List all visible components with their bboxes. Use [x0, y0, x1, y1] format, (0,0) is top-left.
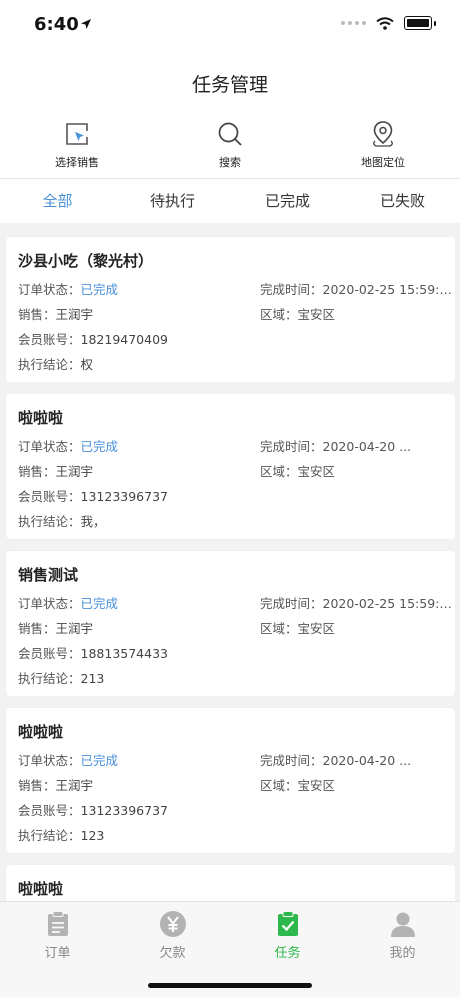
- member-account: 会员账号：18219470409: [18, 332, 168, 347]
- task-card[interactable]: 销售测试 订单状态：已完成 完成时间：2020-02-25 15:59:01 销…: [6, 551, 455, 696]
- nav-debts-label: 欠款: [159, 946, 186, 961]
- clipboard-icon: [47, 911, 68, 936]
- task-title: 沙县小吃（黎光村）: [18, 252, 154, 270]
- execution-conclusion: 执行结论：213: [18, 671, 105, 686]
- status-time: 6:40: [34, 14, 79, 35]
- select-sales-button[interactable]: 选择销售: [22, 120, 132, 170]
- map-pin-icon: [373, 121, 393, 147]
- member-account: 会员账号：18813574433: [18, 646, 168, 661]
- area: 区域：宝安区: [260, 778, 336, 793]
- search-label: 搜索: [219, 156, 241, 169]
- tab-failed[interactable]: 已失败: [345, 190, 460, 211]
- user-icon: [390, 912, 415, 937]
- complete-time: 完成时间：2020-02-25 15:59:01: [260, 282, 455, 297]
- nav-orders-label: 订单: [44, 946, 71, 961]
- home-indicator[interactable]: [148, 983, 312, 988]
- order-status: 订单状态：已完成: [18, 596, 119, 611]
- complete-time: 完成时间：2020-04-20 ...: [260, 753, 412, 768]
- nav-profile-label: 我的: [389, 946, 416, 961]
- battery-icon: [404, 16, 432, 30]
- nav-debts[interactable]: 欠款: [115, 910, 230, 961]
- member-account: 会员账号：13123396737: [18, 489, 168, 504]
- task-title: 销售测试: [18, 566, 79, 584]
- order-status: 订单状态：已完成: [18, 753, 119, 768]
- task-check-icon: [277, 911, 298, 936]
- signal-icon: [341, 21, 366, 25]
- map-locate-button[interactable]: 地图定位: [328, 120, 438, 170]
- sales-person: 销售：王润宇: [18, 621, 94, 636]
- search-icon: [218, 122, 242, 146]
- nav-tasks[interactable]: 任务: [230, 910, 345, 961]
- status-badge: 已完成: [80, 596, 119, 611]
- member-account: 会员账号：13123396737: [18, 803, 168, 818]
- complete-time: 完成时间：2020-04-20 ...: [260, 439, 412, 454]
- search-button[interactable]: 搜索: [175, 120, 285, 170]
- status-indicators: [341, 16, 436, 30]
- sales-person: 销售：王润宇: [18, 778, 94, 793]
- task-title: 啦啦啦: [18, 723, 64, 741]
- execution-conclusion: 执行结论：权: [18, 357, 94, 372]
- nav-tasks-label: 任务: [274, 946, 301, 961]
- status-badge: 已完成: [80, 439, 119, 454]
- page-title: 任务管理: [191, 74, 268, 96]
- task-title: 啦啦啦: [18, 880, 64, 898]
- area: 区域：宝安区: [260, 621, 336, 636]
- task-card[interactable]: 啦啦啦 订单状态：已完成 完成时间：2020-04-20 ... 销售：王润宇 …: [6, 394, 455, 539]
- status-badge: 已完成: [80, 753, 119, 768]
- task-card[interactable]: 沙县小吃（黎光村） 订单状态：已完成 完成时间：2020-02-25 15:59…: [6, 237, 455, 382]
- status-bar: 6:40: [0, 0, 460, 50]
- tab-all[interactable]: 全部: [0, 190, 115, 211]
- nav-profile[interactable]: 我的: [345, 910, 460, 961]
- location-arrow-icon: [81, 19, 91, 29]
- sales-person: 销售：王润宇: [18, 464, 94, 479]
- task-card[interactable]: 啦啦啦 订单状态：已完成 完成时间：2020-04-20 ... 销售：王润宇 …: [6, 708, 455, 853]
- status-badge: 已完成: [80, 282, 119, 297]
- execution-conclusion: 执行结论：123: [18, 828, 105, 843]
- cursor-select-icon: [66, 123, 88, 145]
- select-sales-label: 选择销售: [55, 156, 99, 169]
- nav-header: 任务管理: [0, 50, 460, 110]
- wifi-icon: [376, 16, 394, 30]
- filter-tabs: 全部 待执行 已完成 已失败: [0, 179, 460, 223]
- yen-coin-icon: [159, 911, 186, 937]
- tab-pending[interactable]: 待执行: [115, 190, 230, 211]
- complete-time: 完成时间：2020-02-25 15:59:01: [260, 596, 455, 611]
- area: 区域：宝安区: [260, 464, 336, 479]
- execution-conclusion: 执行结论：我，: [18, 514, 106, 529]
- action-toolbar: 选择销售 搜索 地图定位: [0, 110, 460, 179]
- order-status: 订单状态：已完成: [18, 439, 119, 454]
- tab-completed[interactable]: 已完成: [230, 190, 345, 211]
- area: 区域：宝安区: [260, 307, 336, 322]
- task-title: 啦啦啦: [18, 409, 64, 427]
- nav-orders[interactable]: 订单: [0, 910, 115, 961]
- map-locate-label: 地图定位: [361, 156, 405, 169]
- order-status: 订单状态：已完成: [18, 282, 119, 297]
- task-list: 沙县小吃（黎光村） 订单状态：已完成 完成时间：2020-02-25 15:59…: [6, 237, 455, 925]
- sales-person: 销售：王润宇: [18, 307, 94, 322]
